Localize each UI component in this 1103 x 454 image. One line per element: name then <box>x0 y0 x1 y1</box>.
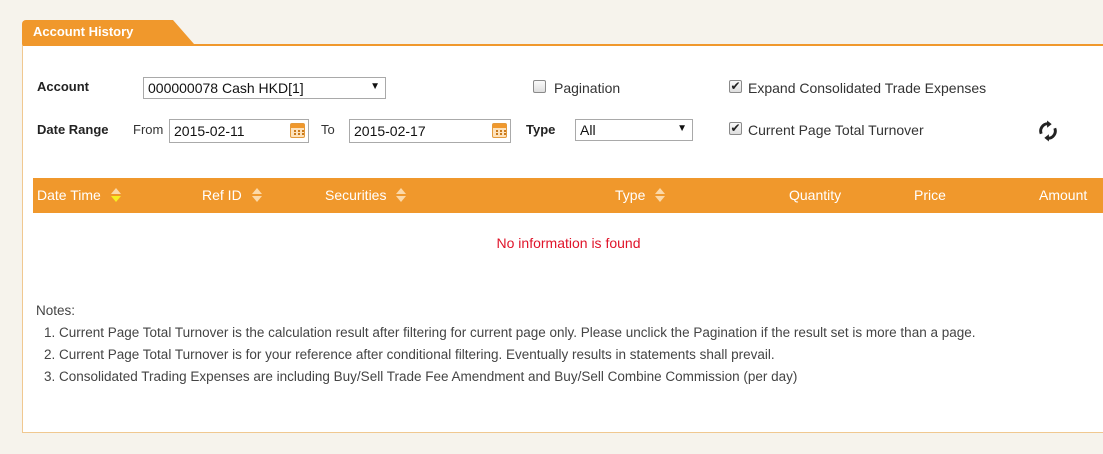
turnover-checkbox[interactable]: ✔ <box>729 122 742 135</box>
tab-label: Account History <box>33 24 134 39</box>
pagination-label: Pagination <box>554 80 621 96</box>
sort-icon[interactable] <box>110 188 121 203</box>
account-label: Account <box>37 79 89 94</box>
notes-list: Current Page Total Turnover is the calcu… <box>36 322 1096 388</box>
column-label: Type <box>615 187 646 203</box>
to-date-input[interactable]: 2015-02-17 <box>349 119 511 143</box>
column-label: Ref ID <box>202 187 242 203</box>
account-select[interactable]: 000000078 Cash HKD[1] ▼ <box>143 77 386 99</box>
refresh-icon[interactable] <box>1037 120 1059 142</box>
column-label: Date Time <box>37 187 101 203</box>
sort-icon[interactable] <box>655 188 666 203</box>
date-range-label: Date Range <box>37 122 109 137</box>
type-select[interactable]: All ▼ <box>575 119 693 141</box>
column-header-securities[interactable]: Securities <box>325 187 407 203</box>
table-header: Date Time Ref ID Securities Type Quantit… <box>33 178 1103 213</box>
from-label: From <box>133 122 164 137</box>
sort-icon[interactable] <box>251 188 262 203</box>
column-label: Securities <box>325 187 387 203</box>
dropdown-arrow-icon: ▼ <box>370 81 380 92</box>
account-select-value: 000000078 Cash HKD[1] <box>148 80 304 96</box>
column-header-price: Price <box>914 187 946 203</box>
account-history-panel: Account 000000078 Cash HKD[1] ▼ Paginati… <box>22 44 1103 433</box>
column-header-amount: Amount <box>1039 187 1087 203</box>
to-date-value: 2015-02-17 <box>354 123 426 139</box>
dropdown-arrow-icon: ▼ <box>677 123 687 134</box>
sort-icon[interactable] <box>396 188 407 203</box>
note-item: Current Page Total Turnover is for your … <box>59 344 1096 366</box>
note-item: Current Page Total Turnover is the calcu… <box>59 322 1096 344</box>
column-header-date-time[interactable]: Date Time <box>37 187 121 203</box>
column-label: Quantity <box>789 187 842 203</box>
from-date-value: 2015-02-11 <box>174 123 245 139</box>
type-label: Type <box>526 122 556 137</box>
turnover-label: Current Page Total Turnover <box>748 122 924 138</box>
column-header-type[interactable]: Type <box>615 187 666 203</box>
expand-expenses-checkbox[interactable]: ✔ <box>729 80 742 93</box>
column-label: Amount <box>1039 187 1088 203</box>
type-select-value: All <box>580 122 596 138</box>
column-header-ref-id[interactable]: Ref ID <box>202 187 262 203</box>
notes-heading: Notes: <box>36 303 76 318</box>
empty-table-message: No information is found <box>496 235 641 251</box>
column-header-quantity: Quantity <box>789 187 841 203</box>
calendar-icon[interactable] <box>290 123 305 138</box>
column-label: Price <box>914 187 946 203</box>
tab-account-history[interactable]: Account History <box>22 20 194 44</box>
calendar-icon[interactable] <box>492 123 507 138</box>
notes-section: Notes: Current Page Total Turnover is th… <box>36 300 1096 388</box>
pagination-checkbox[interactable] <box>533 80 546 93</box>
note-item: Consolidated Trading Expenses are includ… <box>59 366 1096 388</box>
expand-expenses-label: Expand Consolidated Trade Expenses <box>748 80 987 96</box>
to-label: To <box>321 122 335 137</box>
from-date-input[interactable]: 2015-02-11 <box>169 119 309 143</box>
